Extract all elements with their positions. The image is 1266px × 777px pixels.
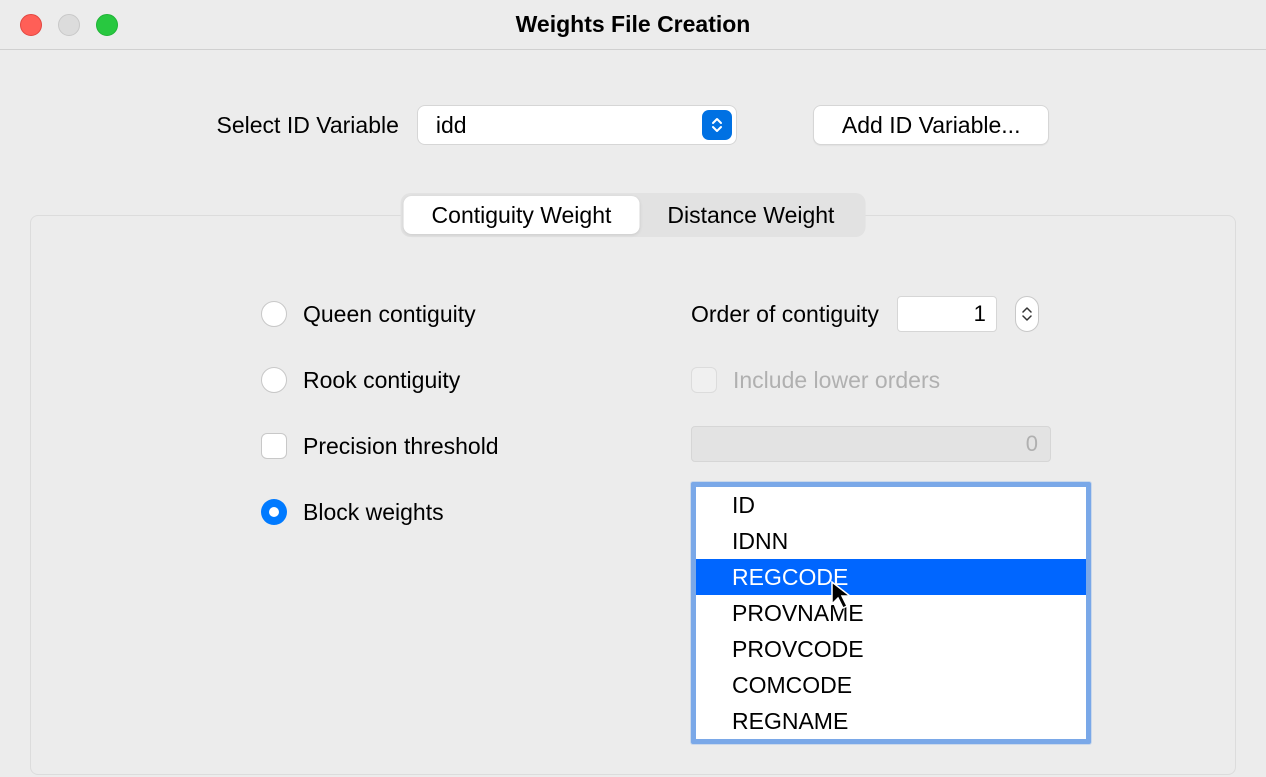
rook-label: Rook contiguity (303, 367, 460, 394)
panel-body: Queen contiguity Rook contiguity Precisi… (31, 276, 1235, 744)
add-id-variable-button[interactable]: Add ID Variable... (813, 105, 1050, 145)
chevron-up-icon (1022, 307, 1032, 314)
queen-contiguity-row[interactable]: Queen contiguity (261, 296, 581, 332)
radio-block[interactable] (261, 499, 287, 525)
weight-tabbar: Contiguity Weight Distance Weight (401, 193, 866, 237)
rook-contiguity-row[interactable]: Rook contiguity (261, 362, 581, 398)
include-lower-orders-row: Include lower orders (691, 362, 1111, 398)
titlebar: Weights File Creation (0, 0, 1266, 50)
list-item[interactable]: ID (696, 487, 1086, 523)
checkbox-include-lower (691, 367, 717, 393)
content: Select ID Variable idd Add ID Variable..… (0, 50, 1266, 775)
tab-distance[interactable]: Distance Weight (639, 196, 862, 234)
list-item[interactable]: IDNN (696, 523, 1086, 559)
list-item[interactable]: PROVNAME (696, 595, 1086, 631)
close-window-button[interactable] (20, 14, 42, 36)
chevron-down-icon (1022, 314, 1032, 321)
id-variable-select[interactable]: idd (417, 105, 737, 145)
weight-panel-wrap: Contiguity Weight Distance Weight Queen … (30, 215, 1236, 775)
radio-queen[interactable] (261, 301, 287, 327)
list-item[interactable]: COMCODE (696, 667, 1086, 703)
traffic-lights (20, 14, 118, 36)
list-item[interactable]: PROVCODE (696, 631, 1086, 667)
zoom-window-button[interactable] (96, 14, 118, 36)
tab-contiguity[interactable]: Contiguity Weight (404, 196, 640, 234)
select-updown-icon[interactable] (702, 110, 732, 140)
id-variable-row: Select ID Variable idd Add ID Variable..… (30, 105, 1236, 145)
block-variable-listbox[interactable]: IDIDNNREGCODEPROVNAMEPROVCODECOMCODEREGN… (691, 482, 1091, 744)
order-input[interactable]: 1 (897, 296, 997, 332)
right-column: Order of contiguity 1 Include lower orde… (691, 296, 1111, 744)
queen-label: Queen contiguity (303, 301, 476, 328)
order-of-contiguity-row: Order of contiguity 1 (691, 296, 1111, 332)
id-variable-label: Select ID Variable (217, 112, 399, 139)
checkbox-precision[interactable] (261, 433, 287, 459)
block-label: Block weights (303, 499, 444, 526)
include-lower-label: Include lower orders (733, 367, 940, 394)
order-stepper[interactable] (1015, 296, 1039, 332)
precision-threshold-input: 0 (691, 426, 1051, 462)
precision-label: Precision threshold (303, 433, 499, 460)
id-variable-select-value: idd (417, 105, 737, 145)
list-item[interactable]: REGCODE (696, 559, 1086, 595)
precision-threshold-row[interactable]: Precision threshold (261, 428, 581, 464)
minimize-window-button (58, 14, 80, 36)
window-title: Weights File Creation (516, 11, 751, 38)
order-label: Order of contiguity (691, 301, 879, 328)
left-column: Queen contiguity Rook contiguity Precisi… (261, 296, 581, 744)
radio-rook[interactable] (261, 367, 287, 393)
list-item[interactable]: REGNAME (696, 703, 1086, 739)
block-weights-row[interactable]: Block weights (261, 494, 581, 530)
weight-panel: Queen contiguity Rook contiguity Precisi… (30, 215, 1236, 775)
